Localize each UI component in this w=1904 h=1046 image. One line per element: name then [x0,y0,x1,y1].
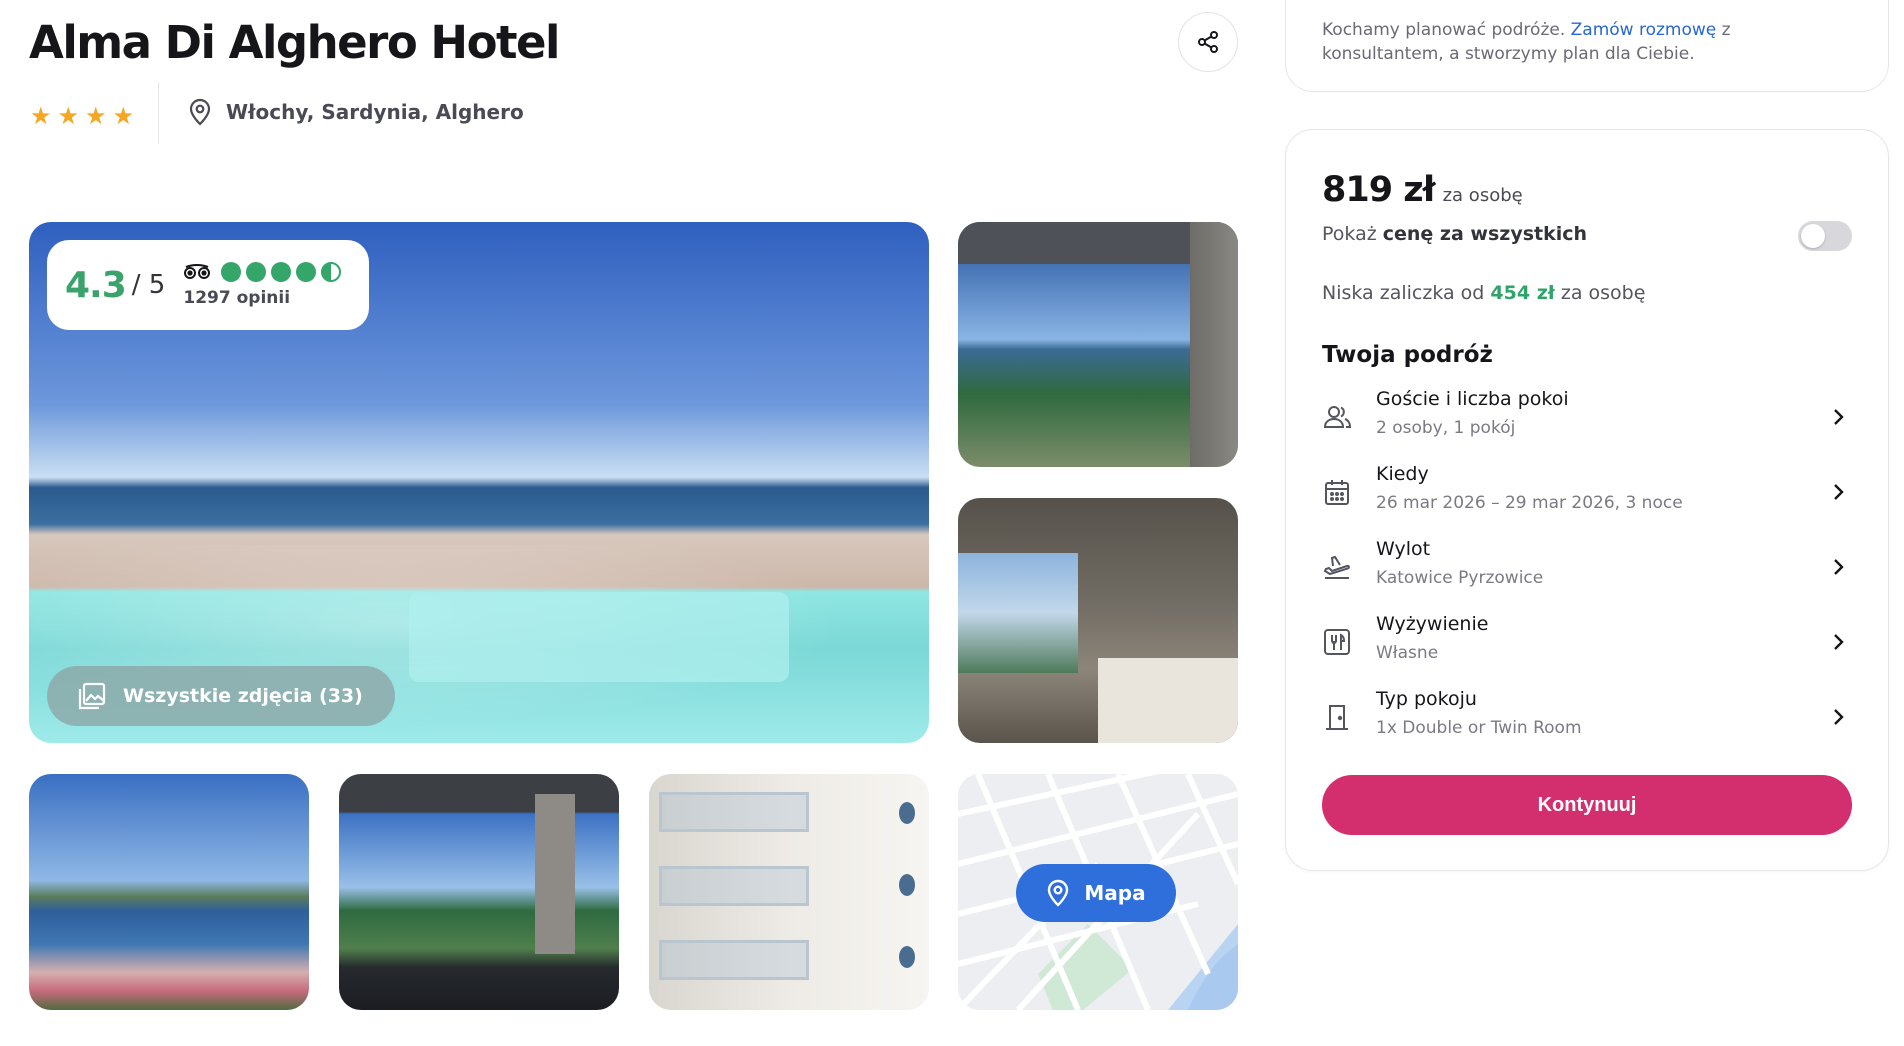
photo-porthole [899,802,915,824]
trip-row-room-type[interactable]: Typ pokoju 1x Double or Twin Room [1322,688,1852,750]
photo-balcony-view[interactable] [339,774,619,1010]
trip-row-board[interactable]: Wyżywienie Własne [1322,613,1852,675]
pool-step [409,592,789,682]
photo-pillar [535,794,575,954]
trip-value: Własne [1376,643,1439,663]
chevron-right-icon [1834,709,1844,725]
hotel-title: Alma Di Alghero Hotel [29,16,560,69]
trip-label: Kiedy [1376,463,1429,485]
chevron-right-icon [1834,409,1844,425]
trip-value: 1x Double or Twin Room [1376,718,1582,738]
star-icon: ★ [30,102,52,130]
trip-row-dates[interactable]: Kiedy 26 mar 2026 – 29 mar 2026, 3 noce [1322,463,1852,525]
photo-balcony [659,866,809,906]
chevron-right-icon [1834,559,1844,575]
trip-label: Typ pokoju [1376,688,1477,710]
location-text: Włochy, Sardynia, Alghero [226,100,524,124]
trip-row-guests[interactable]: Goście i liczba pokoi 2 osoby, 1 pokój [1322,388,1852,450]
photo-bed [1098,658,1238,743]
review-count: 1297 opinii [183,288,291,308]
rating-score: 4.3 [65,264,127,306]
gallery-icon [78,682,106,710]
star-icon: ★ [85,102,107,130]
door-icon [1326,705,1348,730]
header-divider [158,82,159,144]
photo-porthole [899,874,915,896]
hotel-stars: ★ ★ ★ ★ [30,104,134,128]
photo-balcony [659,792,809,832]
photo-window [958,553,1078,673]
star-icon: ★ [112,102,135,130]
hotel-location[interactable]: Włochy, Sardynia, Alghero [188,98,524,126]
share-button[interactable] [1178,12,1238,72]
show-total-bold: cenę za wszystkich [1382,223,1588,245]
map-button[interactable]: Mapa [1016,864,1176,922]
trip-row-departure[interactable]: Wylot Katowice Pyrzowice [1322,538,1852,600]
rating-max: / 5 [131,270,166,300]
all-photos-label: Wszystkie zdjęcia (33) [123,685,363,707]
map-pin-icon [189,98,211,126]
cutlery-icon [1324,629,1350,655]
all-photos-button[interactable]: Wszystkie zdjęcia (33) [47,666,395,726]
show-total-price-label: Pokaż cenę za wszystkich [1322,223,1587,245]
photo-hotel-room[interactable] [958,498,1238,743]
photo-pillar [1190,222,1238,467]
rating-bubble [296,262,317,282]
rating-bubble [246,262,267,282]
trip-value: 2 osoby, 1 pokój [1376,418,1516,438]
trip-label: Goście i liczba pokoi [1376,388,1569,410]
price-row: 819 zł za osobę [1322,170,1523,210]
rating-bubbles [221,262,342,282]
price-per-person: za osobę [1442,185,1523,206]
chevron-right-icon [1834,484,1844,500]
rating-bubble [271,262,292,282]
trip-label: Wyżywienie [1376,613,1489,635]
photo-building-facade[interactable] [649,774,929,1010]
rating-card[interactable]: 4.3 / 5 1297 opinii [47,240,369,330]
chevron-right-icon [1834,634,1844,650]
photo-beach-bay[interactable] [29,774,309,1010]
consult-text: Kochamy planować podróże. Zamów rozmowę … [1322,18,1852,66]
deposit-suffix: za osobę [1554,282,1646,304]
order-call-link[interactable]: Zamów rozmowę [1571,20,1717,40]
trip-label: Wylot [1376,538,1431,560]
price-value: 819 zł [1322,170,1436,210]
tripadvisor-icon [184,264,211,279]
plane-icon [1323,555,1350,579]
trip-value: 26 mar 2026 – 29 mar 2026, 3 noce [1376,493,1683,513]
star-icon: ★ [57,102,80,130]
guests-icon [1323,406,1352,428]
rating-bubble-half [321,262,342,282]
map-preview[interactable]: Mapa [958,774,1238,1010]
photo-balcony [659,940,809,980]
continue-button[interactable]: Kontynuuj [1322,775,1852,835]
consult-card: Kochamy planować podróże. Zamów rozmowę … [1285,0,1889,92]
toggle-knob [1801,224,1825,248]
trip-title: Twoja podróż [1322,342,1493,368]
calendar-icon [1325,480,1349,505]
total-price-toggle[interactable] [1798,221,1852,251]
photo-porthole [899,946,915,968]
trip-value: Katowice Pyrzowice [1376,568,1544,588]
deposit-amount: 454 zł [1490,282,1555,304]
consult-text-before: Kochamy planować podróże. [1322,20,1571,40]
rating-bubble [221,262,242,282]
map-pin-icon [1048,879,1069,907]
deposit-info: Niska zaliczka od 454 zł za osobę [1322,282,1645,304]
share-icon [1198,31,1218,53]
main-photo-pool[interactable]: 4.3 / 5 1297 opinii Wszystkie zdjęcia (3… [29,222,929,743]
booking-card: 819 zł za osobę Pokaż cenę za wszystkich… [1285,129,1889,871]
show-total-prefix: Pokaż [1322,223,1383,245]
deposit-prefix: Niska zaliczka od [1322,282,1491,304]
map-label: Mapa [1084,881,1146,905]
photo-terrace-sea-view[interactable] [958,222,1238,467]
